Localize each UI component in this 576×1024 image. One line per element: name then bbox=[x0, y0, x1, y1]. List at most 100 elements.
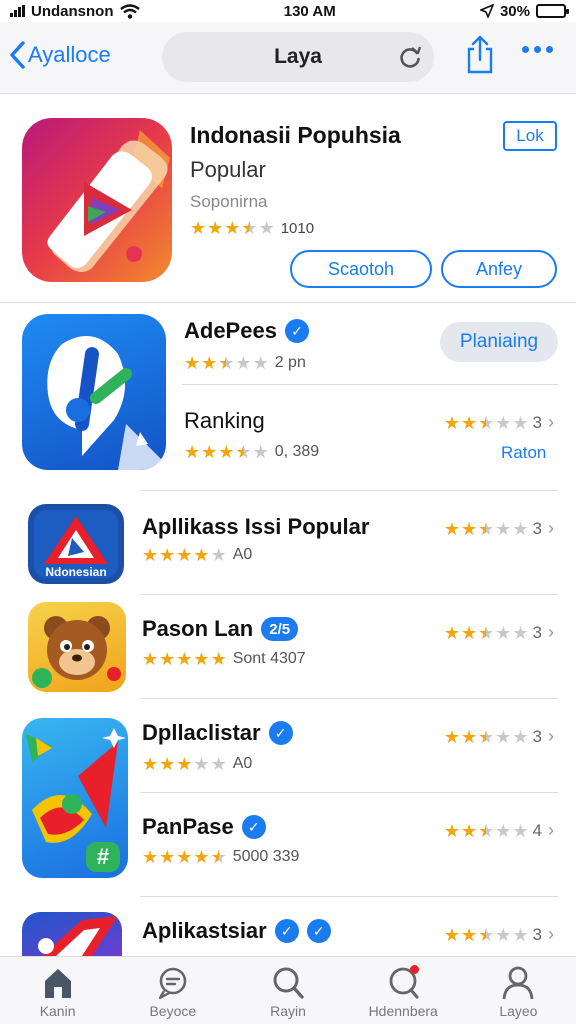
battery-icon bbox=[536, 4, 569, 18]
app-title-text: Aplikastsiar bbox=[142, 918, 267, 943]
lok-button[interactable]: Lok bbox=[503, 121, 557, 151]
chat-icon bbox=[158, 967, 187, 1000]
chevron-left-icon bbox=[10, 41, 25, 69]
tab-label: Rayin bbox=[270, 1003, 306, 1019]
adepees-title[interactable]: AdePees ✓ bbox=[184, 318, 309, 344]
chevron-right-icon: › bbox=[548, 622, 554, 642]
app-icon[interactable]: # bbox=[22, 718, 128, 878]
app-right-rating[interactable]: ★ ★ ★ ★ ★ 3 › bbox=[444, 622, 554, 643]
star-icon: ★ bbox=[193, 545, 210, 565]
wifi-icon bbox=[119, 3, 140, 19]
app-right-rating[interactable]: ★ ★ ★ ★ ★ 3 › bbox=[444, 518, 554, 539]
star-icon: ★ bbox=[443, 622, 460, 643]
star-icon: ★ bbox=[176, 545, 193, 565]
tab-hdennbera[interactable]: Hdennbera bbox=[346, 957, 461, 1024]
star-icon: ★ bbox=[478, 518, 495, 539]
star-rating: ★ ★ ★ ★ ★ bbox=[444, 822, 529, 840]
anfey-button[interactable]: Anfey bbox=[441, 250, 557, 288]
location-icon bbox=[479, 4, 494, 18]
featured-app-title[interactable]: Indonasii Popuhsia bbox=[190, 122, 401, 149]
star-icon: ★ bbox=[443, 726, 460, 747]
back-button[interactable]: Ayalloce bbox=[8, 40, 111, 70]
verified-icon: ✓ bbox=[268, 721, 293, 745]
rating-value: 3 bbox=[532, 412, 542, 432]
star-icon: ★ bbox=[142, 847, 159, 867]
star-icon: ★ bbox=[460, 820, 478, 841]
featured-app-subtitle: Popular bbox=[190, 157, 266, 182]
tab-beyoce[interactable]: Beyoce bbox=[115, 957, 230, 1024]
verified-icon: ✓ bbox=[306, 919, 331, 943]
star-icon: ★ bbox=[201, 442, 218, 462]
star-icon: ★ bbox=[218, 353, 235, 373]
search-text: Laya bbox=[274, 45, 322, 68]
star-icon: ★ bbox=[176, 847, 193, 867]
star-icon: ★ bbox=[210, 847, 227, 867]
star-icon: ★ bbox=[460, 412, 478, 433]
adepees-app-icon[interactable] bbox=[22, 314, 166, 470]
rating-text: Sont 4307 bbox=[232, 650, 306, 667]
app-icon[interactable] bbox=[22, 912, 122, 956]
star-rating: ★ ★ ★ ★ ★ bbox=[184, 443, 269, 461]
rating-text: 5000 339 bbox=[232, 848, 300, 865]
star-icon: ★ bbox=[478, 726, 495, 747]
star-icon: ★ bbox=[443, 518, 460, 539]
star-rating: ★ ★ ★ ★ ★ bbox=[184, 354, 269, 372]
star-icon: ★ bbox=[443, 924, 460, 945]
app-icon[interactable]: Ndonesian bbox=[28, 504, 124, 584]
star-icon: ★ bbox=[142, 754, 159, 774]
star-icon: ★ bbox=[193, 754, 210, 774]
star-icon: ★ bbox=[193, 649, 210, 669]
star-icon: ★ bbox=[159, 754, 176, 774]
app-title-text: PanPase bbox=[142, 814, 234, 839]
raton-link[interactable]: Raton bbox=[501, 443, 546, 463]
tab-label: Layeo bbox=[499, 1003, 538, 1019]
app-icon[interactable] bbox=[28, 602, 126, 692]
star-icon: ★ bbox=[235, 353, 252, 373]
star-icon: ★ bbox=[184, 442, 201, 462]
star-rating: ★ ★ ★ ★ ★ bbox=[444, 926, 529, 944]
rating-text: 2 pn bbox=[274, 354, 306, 371]
battery-percent: 30% bbox=[499, 2, 530, 20]
rating-count: 1010 bbox=[280, 219, 315, 237]
reload-icon[interactable] bbox=[398, 45, 422, 69]
app-right-rating[interactable]: ★ ★ ★ ★ ★ 3 › bbox=[444, 726, 554, 747]
rating-value: 3 bbox=[532, 726, 542, 746]
ranking-right-rating[interactable]: ★ ★ ★ ★ ★ 3 › bbox=[444, 412, 554, 433]
star-icon: ★ bbox=[224, 218, 241, 238]
app-title-text: Pason Lan bbox=[142, 616, 254, 641]
planiaing-button[interactable]: Planiaing bbox=[440, 322, 558, 362]
app-title[interactable]: Apllikass Issi Popular bbox=[142, 514, 369, 540]
app-right-rating[interactable]: ★ ★ ★ ★ ★ 3 › bbox=[444, 924, 554, 945]
star-icon: ★ bbox=[495, 518, 512, 539]
star-icon: ★ bbox=[258, 218, 275, 238]
version-badge: 2/5 bbox=[261, 617, 299, 641]
rating-value: 3 bbox=[532, 518, 542, 538]
ranking-rating: ★ ★ ★ ★ ★ 0, 389 bbox=[184, 443, 319, 461]
app-title[interactable]: Pason Lan 2/5 bbox=[142, 616, 299, 642]
star-icon: ★ bbox=[512, 412, 529, 433]
star-icon: ★ bbox=[184, 353, 201, 373]
share-icon[interactable] bbox=[464, 35, 496, 75]
app-right-rating[interactable]: ★ ★ ★ ★ ★ 4 › bbox=[444, 820, 554, 841]
app-title[interactable]: Dpllaclistar ✓ bbox=[142, 720, 293, 746]
adepees-rating: ★ ★ ★ ★ ★ 2 pn bbox=[184, 354, 306, 372]
app-title[interactable]: PanPase ✓ bbox=[142, 814, 266, 840]
divider bbox=[182, 384, 558, 385]
ranking-title[interactable]: Ranking bbox=[184, 408, 265, 434]
app-title[interactable]: Aplikastsiar ✓ ✓ bbox=[142, 918, 331, 944]
chevron-right-icon: › bbox=[548, 924, 554, 944]
tab-layeo[interactable]: Layeo bbox=[461, 957, 576, 1024]
star-rating: ★ ★ ★ ★ ★ bbox=[142, 755, 227, 773]
app-rating: ★ ★ ★ ★ ★ A0 bbox=[142, 546, 252, 564]
star-icon: ★ bbox=[460, 924, 478, 945]
star-icon: ★ bbox=[512, 820, 529, 841]
featured-app-icon[interactable] bbox=[22, 118, 172, 282]
scaotoh-button[interactable]: Scaotoh bbox=[290, 250, 432, 288]
tab-rayin[interactable]: Rayin bbox=[230, 957, 345, 1024]
search-field[interactable]: Laya bbox=[162, 32, 434, 82]
star-rating: ★ ★ ★ ★ ★ bbox=[444, 624, 529, 642]
tab-kanin[interactable]: Kanin bbox=[0, 957, 115, 1024]
search-icon bbox=[273, 967, 304, 999]
more-icon[interactable] bbox=[522, 46, 553, 53]
star-icon: ★ bbox=[193, 847, 210, 867]
